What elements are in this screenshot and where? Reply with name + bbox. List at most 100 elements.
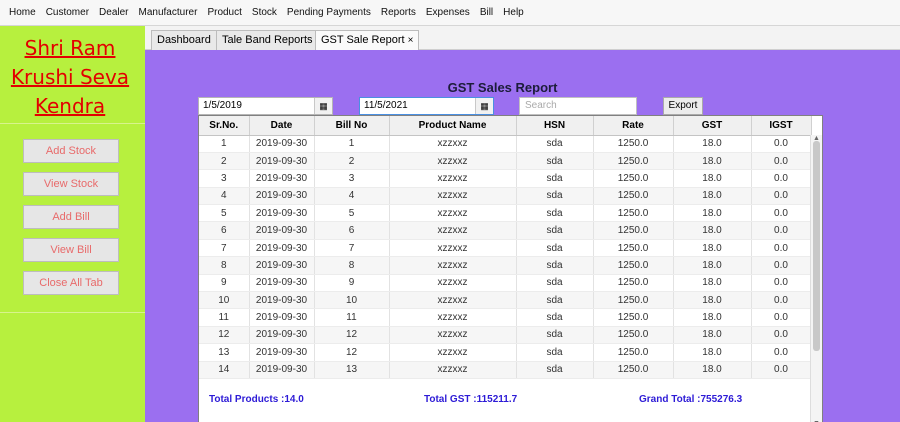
tab-gst-sale-report[interactable]: GST Sale Report × bbox=[315, 30, 420, 51]
table-cell: 1250.0 bbox=[593, 169, 674, 188]
menu-stock[interactable]: Stock bbox=[247, 0, 282, 26]
table-cell: 0.0 bbox=[751, 152, 812, 171]
table-cell: 1250.0 bbox=[593, 274, 674, 293]
menu-customer[interactable]: Customer bbox=[41, 0, 94, 26]
table-row[interactable]: 10 2019-09-30 10 xzzxxz sda 1250.0 18.0 0.0 bbox=[199, 291, 812, 310]
scroll-thumb[interactable] bbox=[813, 141, 820, 351]
tab-tale-band-reports[interactable]: Tale Band Reports bbox=[216, 30, 319, 50]
table-cell: 18.0 bbox=[673, 152, 752, 171]
view-stock-button[interactable]: View Stock bbox=[23, 172, 119, 196]
close-tab-icon[interactable]: × bbox=[408, 35, 414, 46]
search-input[interactable]: Search bbox=[519, 97, 637, 115]
table-row[interactable]: 12 2019-09-30 12 xzzxxz sda 1250.0 18.0 0.0 bbox=[199, 326, 812, 345]
column-header[interactable]: Bill No bbox=[314, 116, 390, 136]
add-stock-button[interactable]: Add Stock bbox=[23, 139, 119, 163]
menu-dealer[interactable]: Dealer bbox=[94, 0, 133, 26]
menu-expenses[interactable]: Expenses bbox=[421, 0, 475, 26]
table-row[interactable]: 3 2019-09-30 3 xzzxxz sda 1250.0 18.0 0.0 bbox=[199, 169, 812, 188]
table-cell: 1250.0 bbox=[593, 135, 674, 153]
add-bill-button[interactable]: Add Bill bbox=[23, 205, 119, 229]
table-cell: 2019-09-30 bbox=[249, 291, 315, 310]
table-cell: 0.0 bbox=[751, 169, 812, 188]
menu-bill[interactable]: Bill bbox=[475, 0, 498, 26]
table-cell: 18.0 bbox=[673, 204, 752, 223]
menu-product[interactable]: Product bbox=[202, 0, 246, 26]
table-cell: 10 bbox=[199, 291, 250, 310]
table-row[interactable]: 4 2019-09-30 4 xzzxxz sda 1250.0 18.0 0.0 bbox=[199, 187, 812, 206]
table-header-row: Sr.No. Date Bill No Product Name HSN Rat… bbox=[199, 116, 812, 136]
table-cell: xzzxxz bbox=[389, 343, 517, 362]
table-cell: 0.0 bbox=[751, 326, 812, 345]
vertical-scrollbar[interactable]: ▲ ▼ bbox=[810, 135, 822, 422]
table-cell: 12 bbox=[314, 343, 390, 362]
table-cell: 0.0 bbox=[751, 274, 812, 293]
table-cell: 1250.0 bbox=[593, 221, 674, 240]
menu-bar: Home Customer Dealer Manufacturer Produc… bbox=[0, 0, 900, 26]
table-cell: sda bbox=[516, 343, 594, 362]
table-cell: 5 bbox=[199, 204, 250, 223]
table-cell: 12 bbox=[314, 326, 390, 345]
table-cell: 1250.0 bbox=[593, 291, 674, 310]
table-cell: 2019-09-30 bbox=[249, 204, 315, 223]
menu-pending-payments[interactable]: Pending Payments bbox=[282, 0, 376, 26]
table-row[interactable]: 9 2019-09-30 9 xzzxxz sda 1250.0 18.0 0.0 bbox=[199, 274, 812, 293]
table-cell: 0.0 bbox=[751, 308, 812, 327]
table-row[interactable]: 7 2019-09-30 7 xzzxxz sda 1250.0 18.0 0.0 bbox=[199, 239, 812, 258]
tab-dashboard[interactable]: Dashboard bbox=[151, 30, 217, 50]
export-button[interactable]: Export bbox=[663, 97, 703, 115]
table-row[interactable]: 14 2019-09-30 13 xzzxxz sda 1250.0 18.0 0.0 bbox=[199, 361, 812, 379]
calendar-icon[interactable]: ▦ bbox=[314, 98, 332, 114]
table-cell: 2 bbox=[199, 152, 250, 171]
view-bill-button[interactable]: View Bill bbox=[23, 238, 119, 262]
menu-manufacturer[interactable]: Manufacturer bbox=[134, 0, 203, 26]
tab-strip: Dashboard Tale Band Reports GST Sale Rep… bbox=[145, 26, 900, 51]
column-header[interactable]: HSN bbox=[516, 116, 594, 136]
calendar-icon[interactable]: ▦ bbox=[475, 98, 493, 114]
menu-help[interactable]: Help bbox=[498, 0, 529, 26]
table-row[interactable]: 1 2019-09-30 1 xzzxxz sda 1250.0 18.0 0.0 bbox=[199, 135, 812, 153]
column-header[interactable]: GST bbox=[673, 116, 752, 136]
tab-gst-label: GST Sale Report bbox=[321, 34, 405, 46]
grand-total: Grand Total :755276.3 bbox=[639, 394, 743, 405]
table-row[interactable]: 6 2019-09-30 6 xzzxxz sda 1250.0 18.0 0.0 bbox=[199, 221, 812, 240]
total-gst: Total GST :115211.7 bbox=[424, 394, 518, 405]
table-row[interactable]: 13 2019-09-30 12 xzzxxz sda 1250.0 18.0 0.0 bbox=[199, 343, 812, 362]
table-cell: 12 bbox=[199, 326, 250, 345]
table-cell: 6 bbox=[199, 221, 250, 240]
table-cell: xzzxxz bbox=[389, 308, 517, 327]
table-cell: xzzxxz bbox=[389, 221, 517, 240]
column-header[interactable]: Product Name bbox=[389, 116, 517, 136]
table-cell: sda bbox=[516, 135, 594, 153]
menu-home[interactable]: Home bbox=[4, 0, 41, 26]
column-header[interactable]: Rate bbox=[593, 116, 674, 136]
column-header[interactable]: IGST bbox=[751, 116, 812, 136]
table-cell: 18.0 bbox=[673, 326, 752, 345]
table-row[interactable]: 8 2019-09-30 8 xzzxxz sda 1250.0 18.0 0.0 bbox=[199, 256, 812, 275]
close-all-tab-button[interactable]: Close All Tab bbox=[23, 271, 119, 295]
table-cell: 18.0 bbox=[673, 256, 752, 275]
table-cell: 18.0 bbox=[673, 308, 752, 327]
sidebar: Shri Ram Krushi Seva Kendra Add Stock Vi… bbox=[0, 26, 145, 422]
table-cell: 0.0 bbox=[751, 135, 812, 153]
table-cell: 2019-09-30 bbox=[249, 326, 315, 345]
table-cell: 8 bbox=[314, 256, 390, 275]
brand-line-2: Krushi Seva bbox=[10, 65, 130, 89]
from-date-field[interactable]: 1/5/2019 ▦ bbox=[198, 97, 333, 115]
table-cell: sda bbox=[516, 274, 594, 293]
table-cell: 0.0 bbox=[751, 239, 812, 258]
to-date-field[interactable]: 11/5/2021 ▦ bbox=[359, 97, 494, 115]
table-cell: 2019-09-30 bbox=[249, 308, 315, 327]
menu-reports[interactable]: Reports bbox=[376, 0, 421, 26]
table-cell: 1250.0 bbox=[593, 343, 674, 362]
table-cell: xzzxxz bbox=[389, 274, 517, 293]
sidebar-divider bbox=[0, 123, 145, 124]
table-cell: 13 bbox=[314, 361, 390, 379]
column-header[interactable]: Sr.No. bbox=[199, 116, 250, 136]
table-row[interactable]: 2 2019-09-30 2 xzzxxz sda 1250.0 18.0 0.0 bbox=[199, 152, 812, 171]
table-row[interactable]: 5 2019-09-30 5 xzzxxz sda 1250.0 18.0 0.0 bbox=[199, 204, 812, 223]
column-header[interactable]: Date bbox=[249, 116, 315, 136]
table-cell: xzzxxz bbox=[389, 239, 517, 258]
gst-sales-table[interactable]: Sr.No. Date Bill No Product Name HSN Rat… bbox=[198, 115, 823, 422]
report-title: GST Sales Report bbox=[447, 80, 558, 95]
table-row[interactable]: 11 2019-09-30 11 xzzxxz sda 1250.0 18.0 0.0 bbox=[199, 308, 812, 327]
